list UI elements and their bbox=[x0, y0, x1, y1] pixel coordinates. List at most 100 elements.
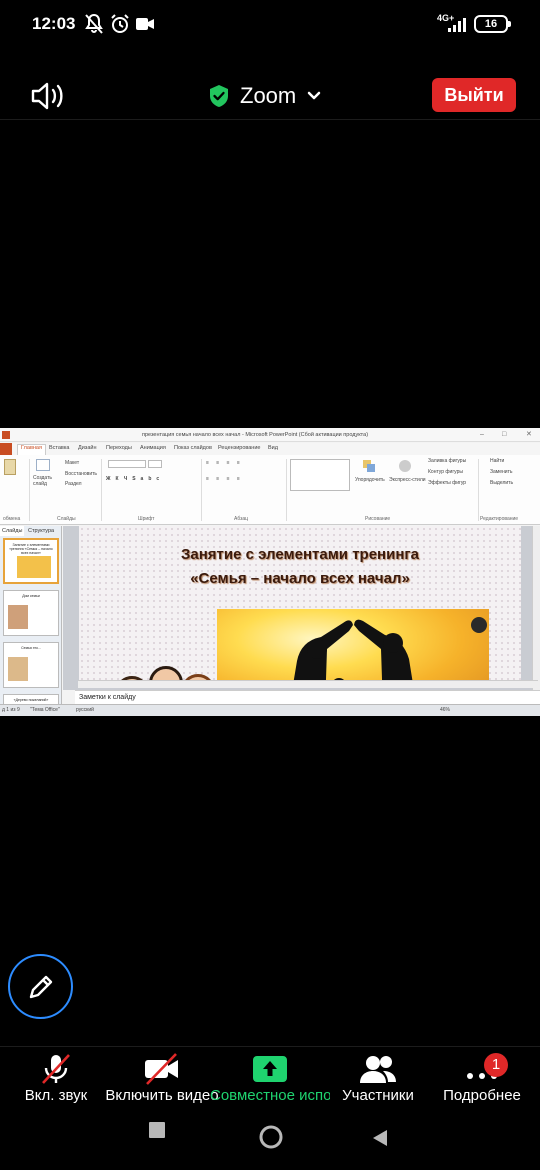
pp-zoom-level: 46% bbox=[440, 707, 451, 713]
pp-express-styles: Экспресс-стили bbox=[389, 477, 426, 483]
participants-label: Участники bbox=[342, 1087, 414, 1104]
leave-button[interactable]: Выйти bbox=[432, 78, 516, 112]
pp-find: Найти bbox=[490, 458, 505, 464]
maximize-icon: □ bbox=[502, 431, 507, 438]
slide-title-line1: Занятие с элементами тренинга bbox=[181, 546, 419, 563]
pp-group-font: Шрифт bbox=[138, 516, 155, 522]
pp-shape-effects: Эффекты фигур bbox=[428, 480, 467, 486]
pp-group-paragraph: Абзац bbox=[234, 516, 249, 522]
battery-indicator: 16 bbox=[474, 15, 511, 33]
meeting-title: Zoom bbox=[240, 83, 297, 108]
pp-paragraph-buttons: ≡ ≡ ≡ ≡ bbox=[206, 460, 243, 466]
pp-window-title: презентация семья начало всех начал - Mi… bbox=[142, 432, 369, 438]
speaker-icon[interactable] bbox=[30, 80, 66, 112]
pp-tab-transitions: Переходы bbox=[106, 445, 132, 451]
meeting-info-button[interactable]: Zoom bbox=[208, 80, 322, 112]
shared-screen[interactable]: презентация семья начало всех начал - Mi… bbox=[0, 428, 540, 716]
pp-panel-tab-slides: Слайды bbox=[0, 526, 25, 536]
participants-button[interactable]: Участники bbox=[324, 1050, 432, 1105]
pp-notes-pane: Заметки к слайду bbox=[75, 690, 540, 704]
alarm-icon bbox=[111, 14, 129, 33]
pp-shape-fill: Заливка фигуры bbox=[428, 458, 467, 464]
arrange-icon bbox=[363, 460, 375, 472]
zoom-meeting-screen: { "status_bar": { "time": "12:03", "netw… bbox=[0, 0, 540, 1170]
pp-replace: Заменить bbox=[490, 469, 513, 475]
express-styles-icon bbox=[399, 460, 411, 472]
pp-restore: Восстановить bbox=[65, 471, 98, 477]
pp-font-buttons: ЖКЧSabc bbox=[106, 476, 165, 482]
pp-tab-view: Вид bbox=[268, 445, 278, 451]
pp-select: Выделить bbox=[490, 480, 514, 486]
status-time: 12:03 bbox=[32, 14, 76, 33]
family-silhouette-icon bbox=[293, 617, 487, 681]
pp-tab-home: Главная bbox=[17, 444, 46, 455]
pencil-icon bbox=[29, 975, 52, 998]
pp-current-slide: Занятие с элементами тренинга «Семья – н… bbox=[79, 526, 521, 681]
status-bar: 12:03 4G+ 16 bbox=[0, 0, 540, 50]
pp-slides-panel: Слайды Структура Занятие с элементами тр… bbox=[0, 526, 62, 716]
pp-slide-counter: д 1 из 9 bbox=[2, 707, 20, 713]
annotate-button[interactable] bbox=[8, 954, 73, 1019]
minimize-icon: – bbox=[480, 431, 484, 438]
pp-create-slide: Создать слайд bbox=[33, 475, 53, 487]
pp-tab-review: Рецензирование bbox=[218, 445, 261, 451]
share-button[interactable]: Совместное использование bbox=[210, 1050, 330, 1105]
back-icon[interactable] bbox=[372, 1129, 388, 1147]
pp-arrange: Упорядочить bbox=[355, 477, 385, 483]
participants-icon bbox=[360, 1056, 396, 1083]
new-slide-icon bbox=[36, 459, 50, 471]
pp-tab-slideshow: Показ слайдов bbox=[174, 445, 212, 451]
more-button[interactable]: Подробнее bbox=[428, 1050, 536, 1105]
pp-align-buttons: ≡ ≡ ≡ ≡ bbox=[206, 476, 243, 482]
microphone-muted-icon bbox=[42, 1054, 70, 1084]
slide-title-line2: «Семья – начало всех начал» bbox=[190, 570, 410, 587]
pp-thumb-title: Дом семьи bbox=[22, 594, 40, 598]
pp-panel-tab-outline: Структура bbox=[28, 528, 55, 534]
close-icon: ✕ bbox=[526, 431, 532, 438]
pp-vertical-scrollbar bbox=[532, 526, 540, 690]
pp-slide-thumb: Семья это... bbox=[3, 642, 59, 688]
pp-thumb-title: Семья это... bbox=[21, 646, 41, 650]
pp-language: русский bbox=[76, 707, 94, 713]
start-video-button[interactable]: Включить видео bbox=[105, 1050, 219, 1105]
header-divider bbox=[0, 119, 540, 120]
pp-status-bar: д 1 из 9 "Тема Office" русский 46% bbox=[0, 704, 540, 716]
pp-tab-animation: Анимация bbox=[140, 445, 166, 451]
shapes-gallery bbox=[290, 459, 350, 491]
signal-icon bbox=[448, 18, 466, 32]
toolbar-divider bbox=[0, 1046, 540, 1047]
pp-file-tab bbox=[0, 443, 12, 455]
pp-group-slides: Слайды bbox=[57, 516, 76, 522]
pp-horizontal-scrollbar bbox=[78, 680, 538, 688]
share-label: Совместное использование bbox=[210, 1087, 330, 1104]
share-screen-icon bbox=[253, 1056, 287, 1082]
unmute-button[interactable]: Вкл. звук bbox=[2, 1050, 110, 1105]
pp-layout: Макет bbox=[65, 460, 80, 466]
home-icon[interactable] bbox=[258, 1124, 284, 1150]
more-notification-badge: 1 bbox=[484, 1053, 508, 1077]
pp-thumb-title: «Дерево пожеланий» bbox=[13, 698, 49, 702]
pp-slide-thumb: Занятие с элементами тренинга «Семья – н… bbox=[3, 538, 59, 584]
pp-section: Раздел bbox=[65, 481, 82, 487]
family-silhouette-photo bbox=[217, 609, 489, 681]
pp-slide-thumb: Дом семьи bbox=[3, 590, 59, 636]
mute-notifications-icon bbox=[85, 13, 103, 34]
recent-apps-icon[interactable] bbox=[149, 1122, 165, 1138]
pp-ribbon-tabs: Главная Вставка Дизайн Переходы Анимация… bbox=[0, 443, 540, 455]
pp-slide-area: Занятие с элементами тренинга «Семья – н… bbox=[63, 526, 540, 690]
font-size-box bbox=[148, 460, 162, 468]
pp-group-clipboard: обмена bbox=[3, 516, 21, 522]
camera-off-icon bbox=[145, 1053, 178, 1085]
pp-shape-outline: Контур фигуры bbox=[428, 469, 463, 475]
shield-check-icon bbox=[210, 85, 228, 107]
paste-icon bbox=[4, 459, 16, 475]
powerpoint-icon bbox=[2, 431, 10, 439]
pp-tab-design: Дизайн bbox=[78, 445, 97, 451]
start-video-label: Включить видео bbox=[105, 1087, 219, 1104]
pp-title-bar: презентация семья начало всех начал - Mi… bbox=[0, 428, 540, 442]
pp-theme: "Тема Office" bbox=[30, 707, 60, 713]
font-box bbox=[108, 460, 146, 468]
pp-thumb-title: Занятие с элементами тренинга «Семья – н… bbox=[9, 543, 53, 555]
pp-group-drawing: Рисование bbox=[365, 516, 391, 522]
unmute-label: Вкл. звук bbox=[24, 1087, 88, 1104]
